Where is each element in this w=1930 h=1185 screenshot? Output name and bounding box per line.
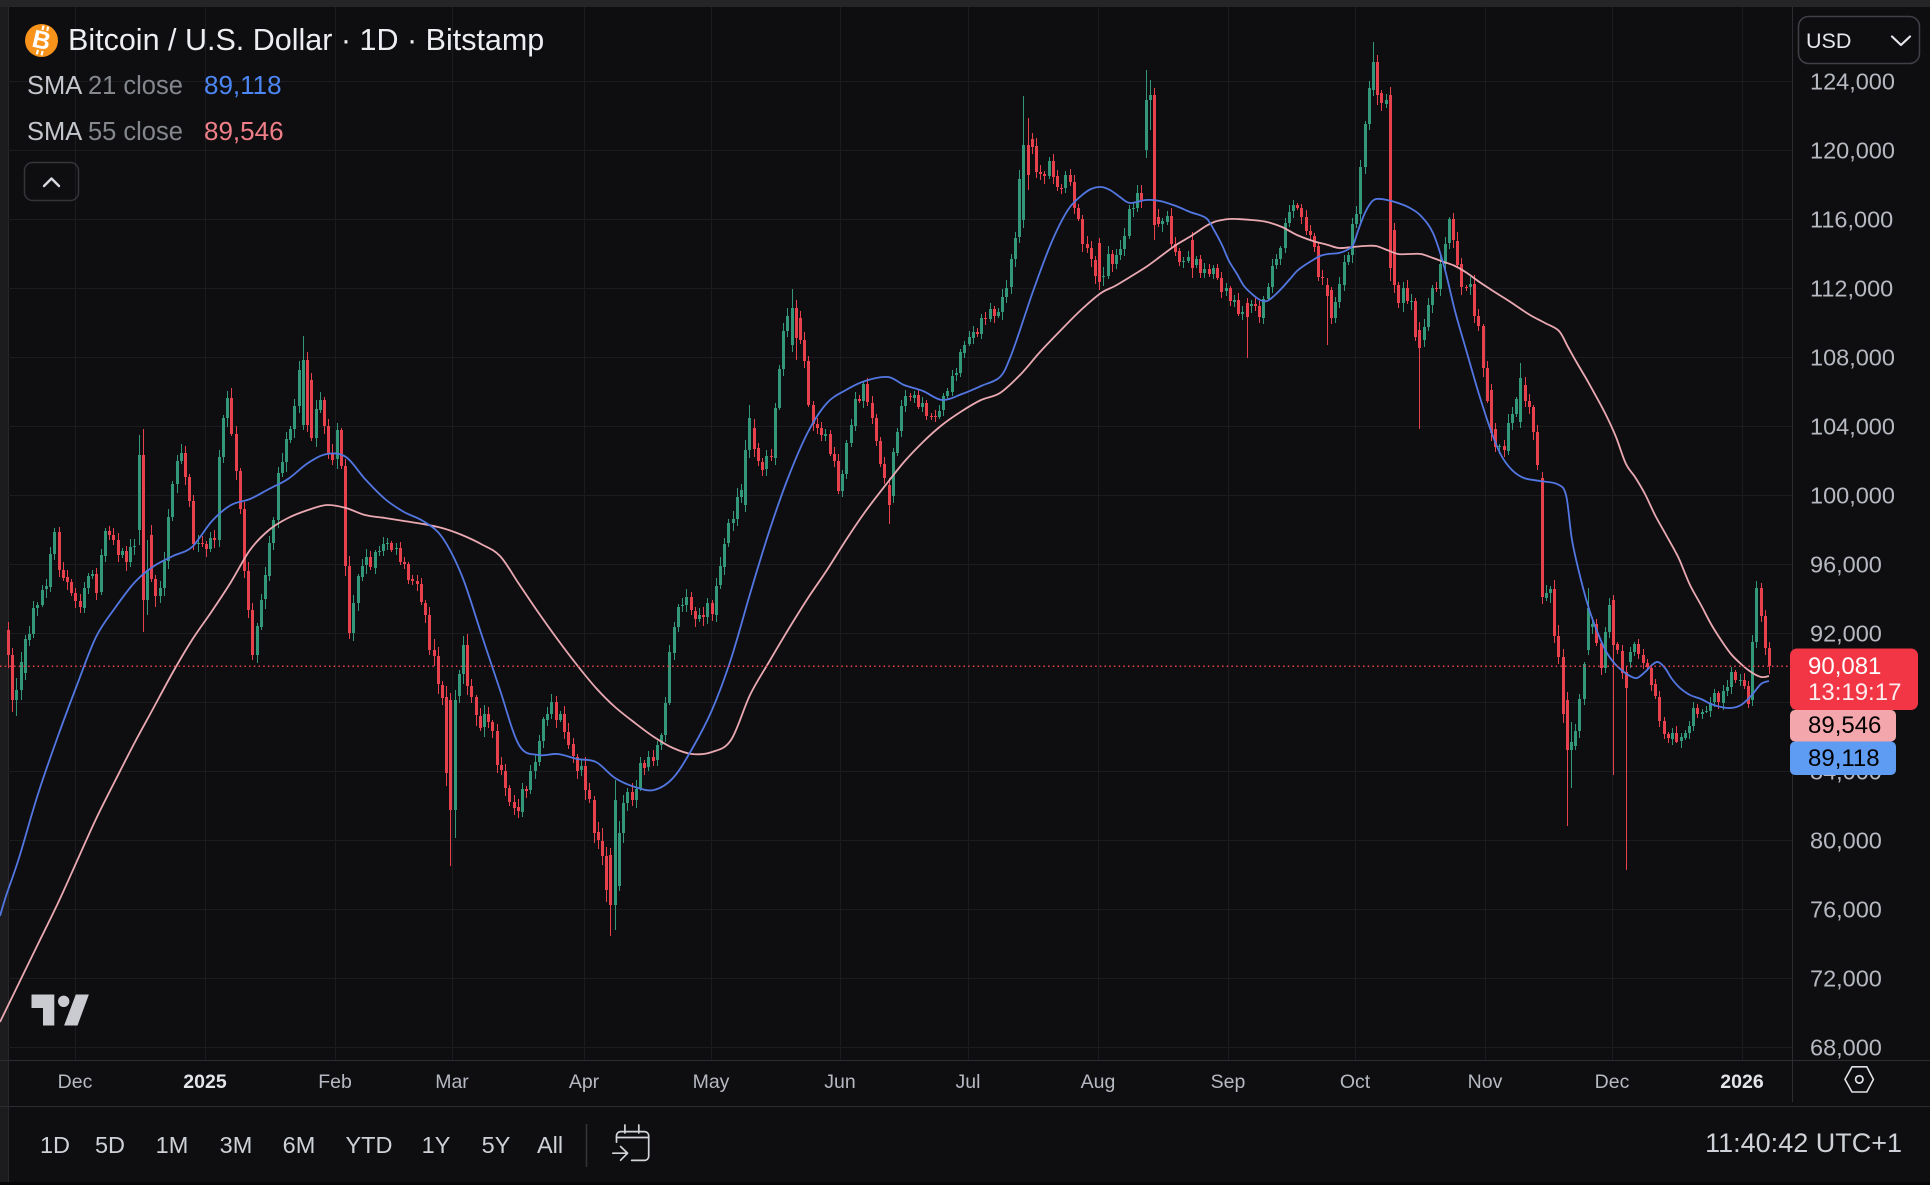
svg-text:May: May <box>693 1071 730 1093</box>
svg-text:Aug: Aug <box>1081 1071 1116 1093</box>
svg-text:1D: 1D <box>40 1132 70 1158</box>
svg-text:Nov: Nov <box>1468 1071 1503 1093</box>
svg-text:72,000: 72,000 <box>1810 966 1882 992</box>
svg-text:76,000: 76,000 <box>1810 897 1882 923</box>
svg-text:92,000: 92,000 <box>1810 621 1882 647</box>
svg-text:80,000: 80,000 <box>1810 828 1882 854</box>
svg-text:116,000: 116,000 <box>1810 207 1893 233</box>
svg-text:Jul: Jul <box>956 1071 981 1093</box>
svg-text:112,000: 112,000 <box>1810 276 1893 302</box>
svg-text:3M: 3M <box>220 1132 253 1158</box>
svg-text:104,000: 104,000 <box>1810 414 1895 440</box>
svg-text:2025: 2025 <box>183 1071 227 1093</box>
svg-text:89,118: 89,118 <box>1808 745 1880 772</box>
svg-text:2026: 2026 <box>1720 1071 1764 1093</box>
svg-text:USD: USD <box>1806 29 1851 53</box>
svg-text:11:40:42 UTC+1: 11:40:42 UTC+1 <box>1705 1128 1902 1158</box>
svg-text:120,000: 120,000 <box>1810 138 1895 164</box>
svg-text:Jun: Jun <box>824 1071 855 1093</box>
svg-text:100,000: 100,000 <box>1810 483 1895 509</box>
svg-text:All: All <box>537 1132 563 1158</box>
svg-text:YTD: YTD <box>346 1132 393 1158</box>
svg-text:124,000: 124,000 <box>1810 69 1895 95</box>
svg-text:1Y: 1Y <box>422 1132 451 1158</box>
svg-text:90,081: 90,081 <box>1808 653 1881 680</box>
svg-text:96,000: 96,000 <box>1810 552 1882 578</box>
svg-text:89,118: 89,118 <box>204 70 282 100</box>
svg-text:13:19:17: 13:19:17 <box>1808 679 1901 706</box>
svg-text:Dec: Dec <box>58 1071 93 1093</box>
svg-text:5D: 5D <box>95 1132 125 1158</box>
svg-text:6M: 6M <box>283 1132 316 1158</box>
svg-text:SMA 21 close: SMA 21 close <box>27 72 183 100</box>
svg-text:68,000: 68,000 <box>1810 1035 1882 1061</box>
svg-text:1M: 1M <box>156 1132 189 1158</box>
svg-text:Bitcoin / U.S. Dollar · 1D · B: Bitcoin / U.S. Dollar · 1D · Bitstamp <box>68 23 544 57</box>
svg-text:SMA 55 close: SMA 55 close <box>27 118 183 146</box>
svg-text:Mar: Mar <box>435 1071 469 1093</box>
svg-text:89,546: 89,546 <box>204 116 284 146</box>
svg-text:Feb: Feb <box>318 1071 352 1093</box>
svg-text:89,546: 89,546 <box>1808 712 1881 739</box>
svg-text:Oct: Oct <box>1340 1071 1371 1093</box>
svg-text:Dec: Dec <box>1595 1071 1630 1093</box>
svg-text:5Y: 5Y <box>482 1132 511 1158</box>
svg-text:Apr: Apr <box>569 1071 600 1093</box>
svg-text:108,000: 108,000 <box>1810 345 1895 371</box>
svg-text:Sep: Sep <box>1211 1071 1246 1093</box>
